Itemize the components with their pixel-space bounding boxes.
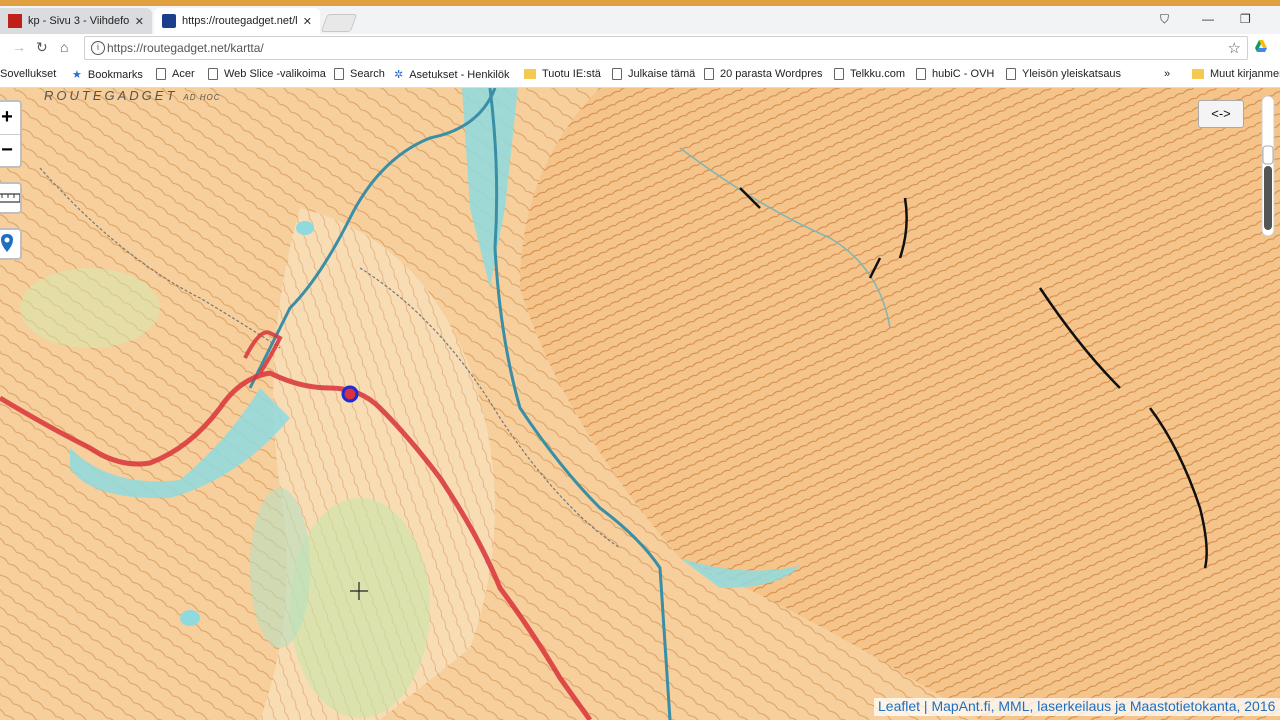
bookmarks-overflow-button[interactable]: »	[1164, 68, 1170, 80]
zoom-control: + −	[0, 100, 22, 168]
minimize-icon[interactable]: —	[1202, 12, 1214, 26]
bookmark-label: Web Slice -valikoima	[224, 68, 326, 80]
bookmark-label: Asetukset - Henkilök	[409, 68, 510, 81]
close-icon[interactable]: ✕	[135, 15, 144, 28]
bookmark-web-slice[interactable]: Web Slice -valikoima	[208, 68, 326, 80]
zoom-slider[interactable]	[1260, 96, 1276, 244]
bookmark-20-parasta[interactable]: 20 parasta Wordpres	[704, 68, 823, 80]
drive-extension-icon[interactable]	[1254, 39, 1268, 53]
bookmark-label: Telkku.com	[850, 68, 906, 80]
back-icon[interactable]: →	[12, 39, 26, 55]
routegadget-favicon-icon	[162, 14, 176, 28]
bookmark-julkaise[interactable]: Julkaise tämä	[612, 68, 695, 80]
close-icon[interactable]: ✕	[303, 15, 312, 28]
page-icon	[156, 68, 166, 80]
new-tab-button[interactable]	[320, 14, 358, 32]
bookmark-search[interactable]: Search	[334, 68, 385, 80]
star-icon: ★	[72, 69, 82, 81]
measure-tool-button[interactable]	[0, 182, 22, 214]
folder-icon	[1192, 69, 1204, 79]
bookmark-label: hubiC - OVH	[932, 68, 995, 80]
routegadget-logo: ROUTEGADGET AD HOC	[44, 88, 221, 103]
more-icon: »	[1164, 68, 1171, 80]
bookmark-hubic[interactable]: hubiC - OVH	[916, 68, 994, 80]
map-canvas[interactable]	[0, 88, 1280, 720]
bookmark-label: Yleisön yleiskatsaus	[1022, 68, 1122, 80]
tab-bar: kp - Sivu 3 - Viihdefoorumi ✕ https://ro…	[0, 6, 1280, 34]
page-icon	[208, 68, 218, 80]
bookmark-bookmarks[interactable]: ★ Bookmarks	[72, 68, 143, 82]
tab-routegadget[interactable]: https://routegadget.net/k ✕	[154, 8, 320, 34]
home-icon[interactable]: ⌂	[60, 39, 68, 55]
map-attribution[interactable]: Leaflet | MapAnt.fi, MML, laserkeilaus j…	[874, 698, 1280, 716]
bookmark-yleison[interactable]: Yleisön yleiskatsaus	[1006, 68, 1121, 80]
runner-marker	[341, 385, 359, 403]
bookmark-label: Acer	[172, 68, 195, 80]
restore-icon[interactable]: ❐	[1240, 12, 1251, 26]
zoom-out-button[interactable]: −	[0, 135, 20, 167]
bookmark-label: Julkaise tämä	[628, 68, 696, 80]
page-icon	[334, 68, 344, 80]
bookmark-sovellukset[interactable]: Sovellukset	[0, 68, 56, 80]
bookmark-telkku[interactable]: Telkku.com	[834, 68, 905, 80]
bookmarks-bar: Sovellukset ★ Bookmarks Acer Web Slice -…	[0, 62, 1280, 88]
orienteering-map[interactable]: ROUTEGADGET AD HOC + − <->	[0, 88, 1280, 720]
bookmark-asetukset[interactable]: ✲ Asetukset - Henkilök	[394, 68, 510, 82]
zoom-in-button[interactable]: +	[0, 102, 20, 134]
bookmark-label: Bookmarks	[87, 68, 143, 81]
bookmark-star-icon[interactable]: ☆	[1228, 39, 1241, 57]
page-icon	[612, 68, 622, 80]
tab-title: https://routegadget.net/k	[182, 15, 297, 27]
swap-panel-button[interactable]: <->	[1198, 100, 1244, 128]
page-icon	[1006, 68, 1016, 80]
bookmark-label: Sovellukset	[0, 68, 57, 80]
address-bar[interactable]: i https://routegadget.net/kartta/ ☆	[84, 36, 1248, 60]
bookmark-acer[interactable]: Acer	[156, 68, 195, 80]
address-text[interactable]: https://routegadget.net/kartta/	[107, 41, 264, 55]
profile-icon[interactable]: ⛉	[1160, 12, 1169, 27]
page-icon	[704, 68, 714, 80]
bookmark-muut[interactable]: Muut kirjanmerkit	[1192, 68, 1280, 80]
info-icon[interactable]: i	[91, 41, 105, 55]
map-pin-icon	[1, 234, 13, 252]
folder-icon	[524, 69, 536, 79]
tab-title: kp - Sivu 3 - Viihdefoorumi	[28, 15, 129, 27]
browser-toolbar: → ↻ ⌂ i https://routegadget.net/kartta/ …	[0, 34, 1280, 62]
reload-icon[interactable]: ↻	[36, 39, 48, 56]
bookmark-label: Muut kirjanmerkit	[1210, 68, 1280, 80]
bookmark-label: Tuotu IE:stä	[542, 68, 601, 80]
page-icon	[916, 68, 926, 80]
gear-icon: ✲	[394, 69, 404, 81]
location-button[interactable]	[0, 228, 22, 260]
bookmark-tuotu-ie[interactable]: Tuotu IE:stä	[524, 68, 601, 80]
tab-viihdefoorumi[interactable]: kp - Sivu 3 - Viihdefoorumi ✕	[0, 8, 152, 34]
page-icon	[834, 68, 844, 80]
forum-favicon-icon	[8, 14, 22, 28]
bookmark-label: 20 parasta Wordpres	[720, 68, 823, 80]
bookmark-label: Search	[350, 68, 385, 80]
ruler-icon	[0, 193, 21, 203]
